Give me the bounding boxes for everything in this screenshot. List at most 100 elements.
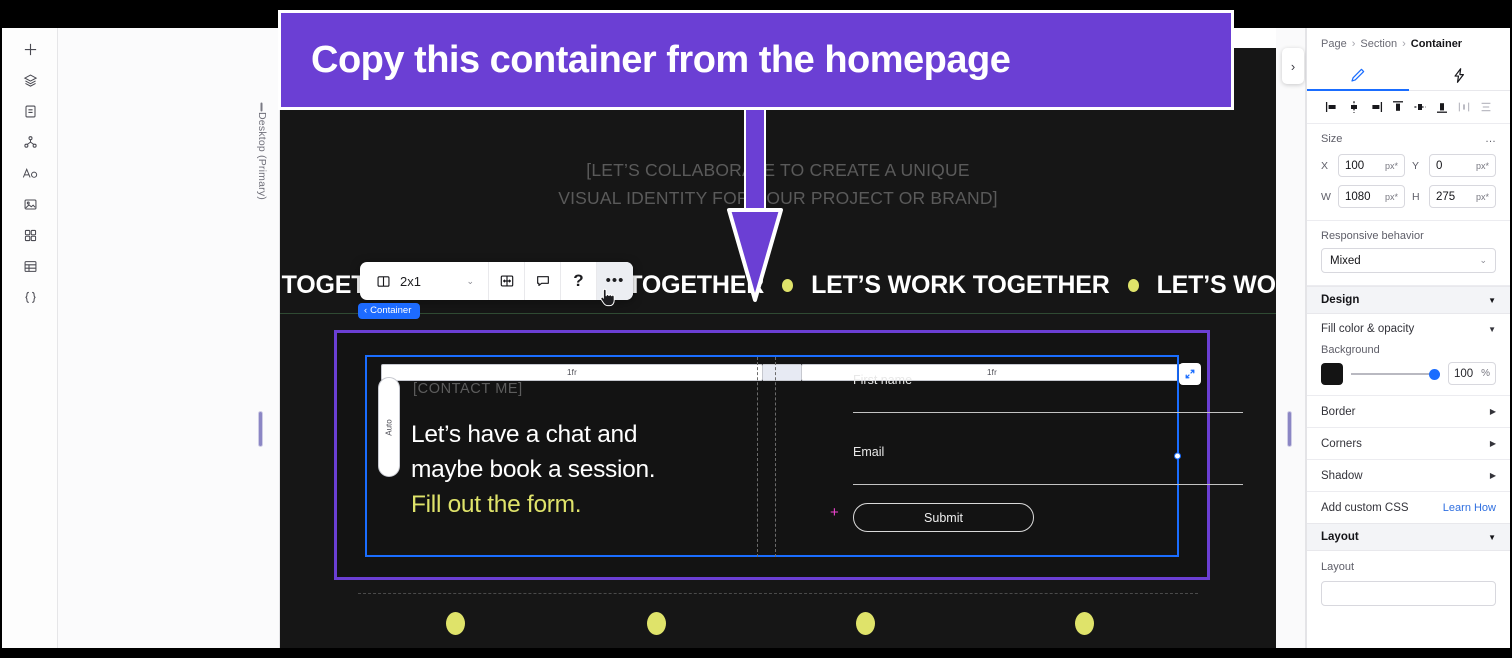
pages-icon[interactable] [2, 96, 58, 127]
h-input[interactable]: 275 px* [1429, 185, 1496, 208]
sitemap-icon[interactable] [2, 127, 58, 158]
x-value: 100 [1345, 159, 1365, 172]
border-accordion[interactable]: Border ▶ [1307, 395, 1510, 427]
size-row-wh: W 1080 px* H 275 px* [1321, 185, 1496, 208]
code-braces-icon[interactable] [2, 282, 58, 313]
slider-knob[interactable] [1429, 368, 1440, 380]
device-breakpoint-label[interactable]: Desktop (Primary) [256, 102, 268, 200]
add-element-plus-icon[interactable]: + [830, 505, 839, 520]
flower-icon [647, 612, 667, 635]
comment-icon[interactable] [525, 262, 561, 300]
site-footer-nav: About Portfolio Services Contact Me [358, 593, 1198, 648]
chevron-down-icon: ⌄ [1479, 255, 1487, 265]
align-left-icon[interactable] [1322, 98, 1341, 117]
size-title: Size [1321, 133, 1343, 145]
design-group-header[interactable]: Design ▼ [1307, 286, 1510, 314]
breadcrumb-separator: › [1402, 38, 1406, 50]
opacity-unit: % [1481, 368, 1490, 379]
footer-nav-item[interactable]: Portfolio [633, 612, 681, 648]
slider-track [1351, 372, 1440, 375]
canvas-resize-handle-left[interactable] [258, 411, 263, 447]
breadcrumb-separator: › [1351, 38, 1356, 50]
background-color-swatch[interactable] [1321, 362, 1343, 385]
annotation-text: Copy this container from the homepage [311, 38, 1011, 81]
footer-nav-item[interactable]: Services [841, 612, 891, 648]
apps-grid-icon[interactable] [2, 220, 58, 251]
email-label: Email [853, 445, 885, 459]
footer-nav-item[interactable]: Contact Me [1051, 612, 1117, 648]
design-canvas[interactable]: [LET’S COLLABORATE TO CREATE A UNIQUE VI… [280, 28, 1276, 648]
distribute-vertical-icon[interactable] [1476, 98, 1495, 117]
footer-nav-item[interactable]: About [438, 612, 472, 648]
chevron-down-icon: ▼ [1488, 295, 1496, 305]
y-input[interactable]: 0 px* [1429, 154, 1496, 177]
text-icon[interactable] [2, 158, 58, 189]
align-bottom-icon[interactable] [1432, 98, 1451, 117]
breadcrumb-section[interactable]: Section [1360, 38, 1397, 50]
hero-text: [LET’S COLLABORATE TO CREATE A UNIQUE VI… [280, 156, 1276, 212]
breadcrumb-page[interactable]: Page [1321, 38, 1347, 50]
expand-selection-icon[interactable] [1179, 363, 1201, 385]
responsive-value: Mixed [1330, 254, 1361, 267]
background-label: Background [1321, 344, 1380, 356]
layers-icon[interactable] [2, 65, 58, 96]
w-input[interactable]: 1080 px* [1338, 185, 1405, 208]
contact-form: First name Email Submit [853, 373, 1243, 532]
corners-label: Corners [1321, 437, 1362, 450]
size-section-header: Size … [1321, 133, 1496, 145]
layout-group-header[interactable]: Layout ▼ [1307, 523, 1510, 551]
canvas-page-body: [LET’S COLLABORATE TO CREATE A UNIQUE VI… [280, 48, 1276, 648]
y-unit: px* [1475, 160, 1489, 171]
opacity-input[interactable]: 100 % [1448, 362, 1496, 385]
x-unit: px* [1384, 160, 1398, 171]
shadow-accordion[interactable]: Shadow ▶ [1307, 459, 1510, 491]
marquee-item: LET’S WORK TOGETHER [811, 271, 1110, 299]
submit-button[interactable]: Submit [853, 503, 1034, 532]
headline-line-2: maybe book a session. [411, 456, 656, 483]
breadcrumb-container[interactable]: Container [1411, 38, 1462, 50]
tab-interactions[interactable] [1409, 60, 1511, 90]
x-input[interactable]: 100 px* [1338, 154, 1405, 177]
distribute-horizontal-icon[interactable] [1454, 98, 1473, 117]
table-icon[interactable] [2, 251, 58, 282]
help-glyph: ? [573, 271, 584, 290]
learn-how-link[interactable]: Learn How [1443, 502, 1496, 514]
canvas-resize-handle-right[interactable] [1287, 411, 1292, 447]
email-field[interactable]: Email [853, 445, 1243, 485]
h-value: 275 [1436, 190, 1456, 203]
flower-icon [445, 612, 465, 635]
marquee-item: LET’S WORK TOGETHER [1156, 271, 1276, 299]
grid-guide-line [757, 357, 758, 557]
corners-accordion[interactable]: Corners ▶ [1307, 427, 1510, 459]
align-center-horizontal-icon[interactable] [1344, 98, 1363, 117]
selected-container[interactable]: 1fr 1fr Auto [CONTACT ME] Let’s have a c… [334, 330, 1243, 580]
custom-css-row: Add custom CSS Learn How [1307, 491, 1510, 523]
inspector-tabs [1307, 60, 1510, 91]
chevron-right-icon[interactable]: › [1282, 48, 1304, 84]
selected-element-badge[interactable]: ‹ Container [358, 303, 421, 319]
align-top-icon[interactable] [1388, 98, 1407, 117]
size-row-xy: X 100 px* Y 0 px* [1321, 154, 1496, 177]
responsive-select[interactable]: Mixed ⌄ [1321, 248, 1496, 273]
custom-css-label: Add custom CSS [1321, 501, 1409, 514]
add-icon[interactable] [2, 34, 58, 65]
headline-line-3: Fill out the form. [411, 491, 582, 518]
tab-design[interactable] [1307, 60, 1409, 91]
fill-color-header[interactable]: Fill color & opacity ▼ [1307, 314, 1510, 344]
help-icon[interactable]: ? [561, 262, 597, 300]
badge-label: Container [370, 305, 412, 316]
image-icon[interactable] [2, 189, 58, 220]
layout-type-select[interactable] [1321, 581, 1496, 606]
grid-layout-select[interactable]: 2x1 ⌄ [360, 262, 489, 300]
align-right-icon[interactable] [1366, 98, 1385, 117]
align-middle-icon[interactable] [1410, 98, 1429, 117]
mouse-cursor-icon [598, 286, 617, 314]
size-more-menu-icon[interactable]: … [1485, 133, 1496, 145]
responsive-label: Responsive behavior [1321, 230, 1424, 242]
resize-grid-icon[interactable] [489, 262, 525, 300]
element-toolbar: 2x1 ⌄ ? ••• [360, 262, 633, 300]
grid-layout-value: 2x1 [400, 273, 421, 289]
opacity-slider[interactable] [1351, 367, 1440, 381]
flower-icon [1074, 612, 1094, 635]
screenshot-root: Desktop (Primary) [LET’S COLLABORATE TO … [0, 0, 1512, 658]
